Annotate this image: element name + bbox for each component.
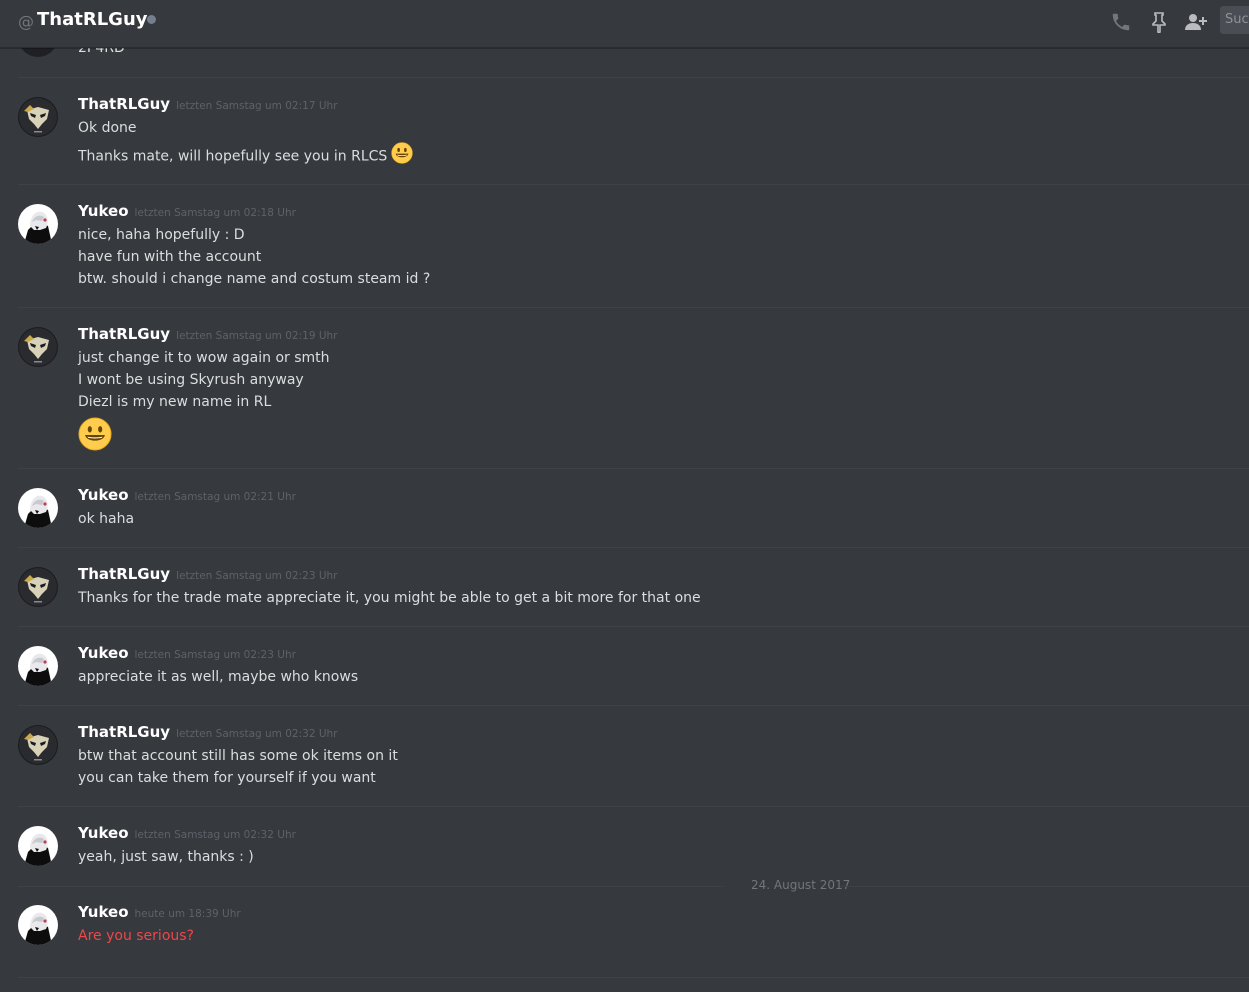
timestamp: letzten Samstag um 02:32 Uhr	[176, 728, 338, 740]
message-header: Yukeo letzten Samstag um 02:32 Uhr	[78, 823, 296, 842]
message-text: Thanks mate, will hopefully see you in R…	[78, 148, 388, 165]
message-text: just change it to wow again or smth	[78, 350, 330, 366]
message-header: ThatRLGuy letzten Samstag um 02:23 Uhr	[78, 564, 338, 583]
mask-avatar[interactable]	[18, 725, 58, 765]
timestamp: heute um 18:39 Uhr	[134, 908, 241, 920]
message-text: ok haha	[78, 511, 135, 527]
mask-avatar[interactable]	[18, 97, 58, 137]
add-friend-icon[interactable]	[1183, 9, 1209, 35]
search-input[interactable]: Such	[1220, 6, 1249, 34]
message-text: Ok done	[78, 120, 137, 136]
channel-title: ThatRLGuy	[37, 9, 148, 30]
anime-avatar[interactable]	[18, 488, 58, 528]
message-text: Diezl is my new name in RL	[78, 394, 272, 410]
username[interactable]: ThatRLGuy	[78, 95, 170, 113]
message-text: nice, haha hopefully : D	[78, 227, 245, 243]
message-header: Yukeo letzten Samstag um 02:18 Uhr	[78, 201, 296, 220]
date-separator: 24. August 2017	[18, 878, 1249, 892]
channel-header: @ ThatRLGuy Such	[0, 0, 1249, 48]
message-text: Are you serious?	[78, 928, 194, 944]
username[interactable]: Yukeo	[78, 824, 129, 842]
timestamp: letzten Samstag um 02:21 Uhr	[134, 491, 296, 503]
divider	[18, 806, 1249, 807]
divider	[18, 626, 1249, 627]
message-text: btw that account still has some ok items…	[78, 748, 398, 764]
message-header: ThatRLGuy letzten Samstag um 02:17 Uhr	[78, 94, 338, 113]
anime-avatar[interactable]	[18, 204, 58, 244]
mask-avatar[interactable]	[18, 567, 58, 607]
at-symbol: @	[18, 12, 34, 31]
divider	[18, 886, 723, 887]
divider	[18, 547, 1249, 548]
message-header: Yukeo letzten Samstag um 02:21 Uhr	[78, 485, 296, 504]
message-list: 2P4RD ThatRLGuy letzten Samstag um 02:17 …	[0, 0, 1249, 992]
status-indicator	[147, 15, 156, 24]
anime-avatar[interactable]	[18, 905, 58, 945]
pin-icon[interactable]	[1146, 9, 1172, 35]
mask-avatar[interactable]	[18, 327, 58, 367]
message-header: Yukeo heute um 18:39 Uhr	[78, 902, 241, 921]
username[interactable]: ThatRLGuy	[78, 565, 170, 583]
message-text: appreciate it as well, maybe who knows	[78, 669, 359, 685]
message-text: yeah, just saw, thanks : )	[78, 849, 254, 865]
timestamp: letzten Samstag um 02:18 Uhr	[134, 207, 296, 219]
timestamp: letzten Samstag um 02:23 Uhr	[134, 649, 296, 661]
timestamp: letzten Samstag um 02:32 Uhr	[134, 829, 296, 841]
message-header: ThatRLGuy letzten Samstag um 02:19 Uhr	[78, 324, 338, 343]
smiley-emoji	[78, 417, 330, 455]
message-header: Yukeo letzten Samstag um 02:23 Uhr	[78, 643, 296, 662]
message-header: ThatRLGuy letzten Samstag um 02:32 Uhr	[78, 722, 338, 741]
divider	[18, 184, 1249, 185]
date-label: 24. August 2017	[751, 878, 851, 892]
username[interactable]: ThatRLGuy	[78, 325, 170, 343]
message-text: you can take them for yourself if you wa…	[78, 770, 376, 786]
username[interactable]: ThatRLGuy	[78, 723, 170, 741]
phone-icon[interactable]	[1108, 9, 1134, 35]
username[interactable]: Yukeo	[78, 202, 129, 220]
divider	[18, 307, 1249, 308]
username[interactable]: Yukeo	[78, 903, 129, 921]
anime-avatar[interactable]	[18, 826, 58, 866]
smiley-emoji	[391, 142, 413, 171]
timestamp: letzten Samstag um 02:19 Uhr	[176, 330, 338, 342]
message-text: have fun with the account	[78, 249, 262, 265]
timestamp: letzten Samstag um 02:23 Uhr	[176, 570, 338, 582]
username[interactable]: Yukeo	[78, 486, 129, 504]
message-text: I wont be using Skyrush anyway	[78, 372, 304, 388]
divider	[18, 977, 1249, 978]
divider	[18, 77, 1249, 78]
anime-avatar[interactable]	[18, 646, 58, 686]
message-text: btw. should i change name and costum ste…	[78, 271, 431, 287]
divider	[18, 705, 1249, 706]
message-text: Thanks for the trade mate appreciate it,…	[78, 590, 701, 606]
divider	[18, 468, 1249, 469]
timestamp: letzten Samstag um 02:17 Uhr	[176, 100, 338, 112]
divider	[840, 886, 1249, 887]
username[interactable]: Yukeo	[78, 644, 129, 662]
